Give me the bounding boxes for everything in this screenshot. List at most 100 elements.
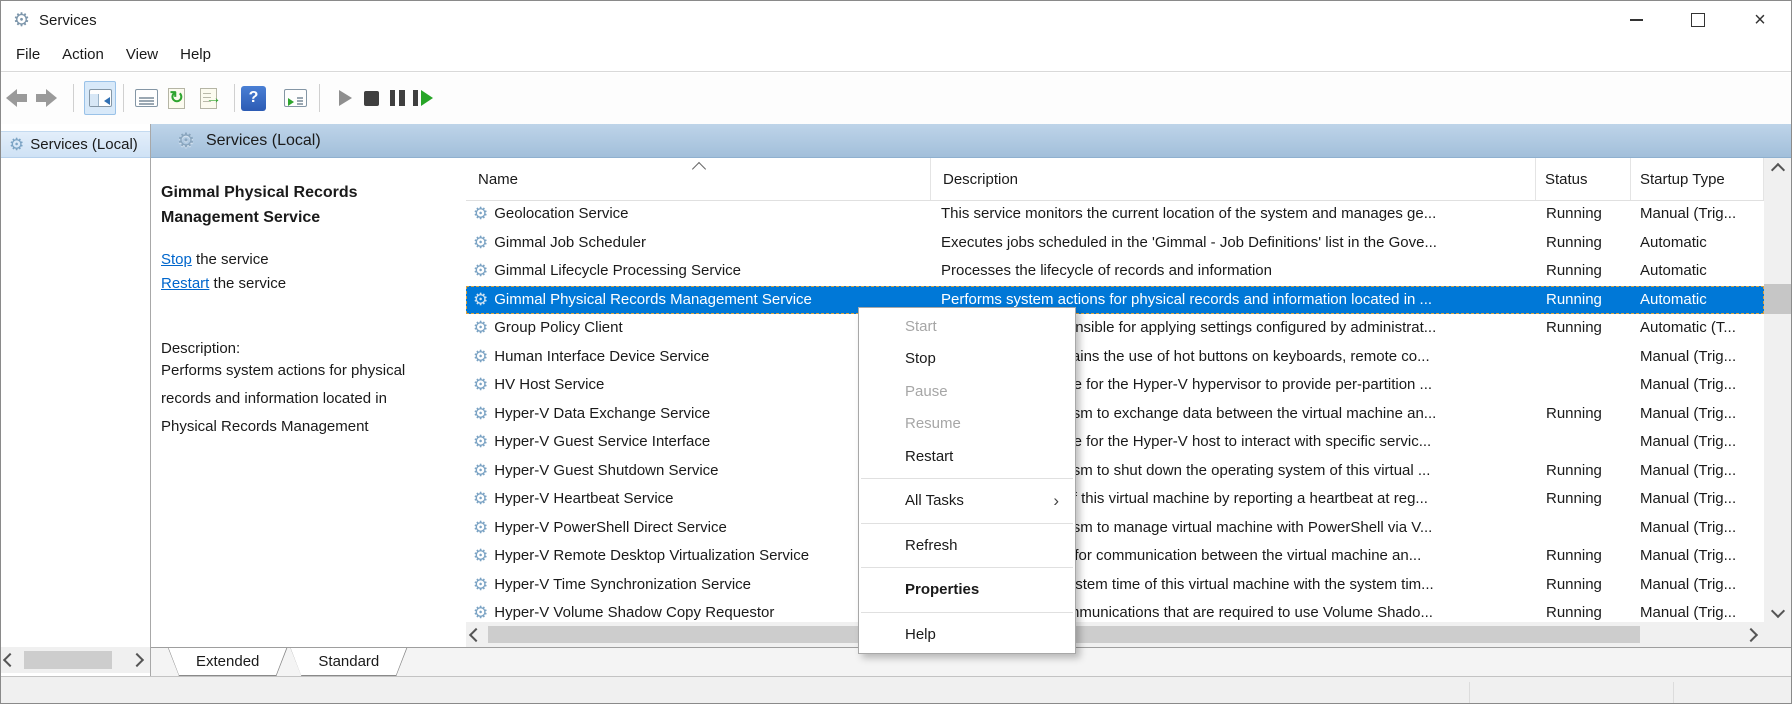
restart-service-icon [413,90,434,106]
context-menu-item-properties[interactable]: Properties [859,574,1075,607]
scroll-right-button[interactable] [128,655,146,665]
service-name-label: HV Host Service [494,371,604,400]
service-row[interactable]: ⚙Geolocation ServiceThis service monitor… [466,200,1764,229]
context-menu-item-label: All Tasks [905,492,964,509]
tab-standard[interactable]: Standard [290,648,407,676]
toolbar-separator [73,84,74,112]
properties-icon [135,89,158,107]
service-row[interactable]: ⚙Hyper-V Volume Shadow Copy RequestorCoo… [466,599,1764,622]
service-name-label: Gimmal Job Scheduler [494,229,646,258]
scrollbar-thumb[interactable] [1764,284,1791,314]
service-row[interactable]: ⚙Gimmal Job SchedulerExecutes jobs sched… [466,229,1764,258]
menu-view[interactable]: View [115,42,169,68]
restart-service-button[interactable] [408,81,438,115]
results-pane-title: Services (Local) [206,132,321,150]
scroll-up-button[interactable] [1764,158,1791,181]
service-name-cell: ⚙Hyper-V Remote Desktop Virtualization S… [473,542,923,571]
service-row[interactable]: ⚙Human Interface Device ServiceActivates… [466,343,1764,372]
list-horizontal-scrollbar[interactable] [466,622,1764,647]
service-startup-type: Manual (Trig... [1640,514,1762,543]
context-menu-item-restart[interactable]: Restart [859,440,1075,473]
close-button[interactable]: × [1729,1,1791,39]
menu-file[interactable]: File [5,42,51,68]
minimize-button[interactable] [1605,1,1667,39]
context-menu-item-label: Resume [905,415,961,432]
show-action-pane-button[interactable] [281,81,309,115]
export-list-button[interactable]: → [194,81,222,115]
service-row[interactable]: ⚙Hyper-V PowerShell Direct ServiceProvid… [466,514,1764,543]
tree-horizontal-scrollbar[interactable] [1,647,150,673]
service-row[interactable]: ⚙Hyper-V Data Exchange ServiceProvides a… [466,400,1764,429]
scroll-left-button[interactable] [1,655,19,665]
service-row[interactable]: ⚙HV Host ServiceProvides an interface fo… [466,371,1764,400]
tab-label: Extended [196,653,259,670]
context-menu-item-all-tasks[interactable]: All Tasks› [859,485,1075,518]
service-startup-type: Manual (Trig... [1640,571,1762,600]
service-name-label: Hyper-V Guest Shutdown Service [494,457,718,486]
service-startup-type: Manual (Trig... [1640,485,1762,514]
properties-toolbar-button[interactable] [132,81,160,115]
service-row[interactable]: ⚙Hyper-V Guest Shutdown ServiceProvides … [466,457,1764,486]
stop-service-button[interactable] [358,81,384,115]
scrollbar-thumb[interactable] [24,651,112,669]
show-console-tree-button[interactable] [84,81,116,115]
service-status: Running [1546,400,1631,429]
context-menu-item-stop[interactable]: Stop [859,343,1075,376]
service-row[interactable]: ⚙Hyper-V Guest Service InterfaceProvides… [466,428,1764,457]
service-name-cell: ⚙Hyper-V Data Exchange Service [473,400,923,429]
restart-service-link[interactable]: Restart [161,275,209,292]
service-startup-type: Manual (Trig... [1640,457,1762,486]
context-menu-item-label: Pause [905,383,948,400]
service-startup-type: Automatic (T... [1640,314,1762,343]
console-tree-panel: ⚙ Services (Local) [1,124,151,676]
service-row[interactable]: ⚙Gimmal Physical Records Management Serv… [466,286,1764,315]
menu-bar: FileActionViewHelp [1,39,1791,72]
column-header-status[interactable]: Status [1536,158,1631,200]
service-gear-icon: ⚙ [473,485,488,514]
column-header-description[interactable]: Description [931,158,1536,200]
service-name-cell: ⚙Hyper-V Guest Shutdown Service [473,457,923,486]
service-name-label: Human Interface Device Service [494,343,709,372]
context-menu-separator [861,523,1073,524]
service-status [1546,514,1631,543]
back-button[interactable] [3,81,29,115]
toolbar-separator [123,84,124,112]
scrollbar-corner [1764,622,1791,647]
service-row[interactable]: ⚙Hyper-V Heartbeat ServiceMonitors the s… [466,485,1764,514]
service-row[interactable]: ⚙Gimmal Lifecycle Processing ServiceProc… [466,257,1764,286]
toolbar: ↻ → ? [1,73,1791,125]
stop-service-link[interactable]: Stop [161,251,192,268]
service-name-cell: ⚙Gimmal Lifecycle Processing Service [473,257,923,286]
tab-extended[interactable]: Extended [168,648,287,676]
column-header-label: Description [931,171,1018,188]
service-row[interactable]: ⚙Hyper-V Remote Desktop Virtualization S… [466,542,1764,571]
menu-action[interactable]: Action [51,42,115,68]
service-name-cell: ⚙Gimmal Job Scheduler [473,229,923,258]
start-service-button[interactable] [332,81,358,115]
stop-service-icon [364,91,379,106]
help-toolbar-button[interactable]: ? [240,81,267,115]
context-menu-separator [861,478,1073,479]
list-vertical-scrollbar[interactable] [1764,158,1791,622]
export-list-icon: → [200,88,217,109]
pause-service-button[interactable] [384,81,410,115]
scroll-left-button[interactable] [466,630,486,640]
back-icon [6,89,27,107]
scroll-down-button[interactable] [1764,599,1791,622]
service-startup-type: Manual (Trig... [1640,599,1762,622]
minimize-icon [1630,19,1643,21]
service-row[interactable]: ⚙Group Policy ClientThe service is respo… [466,314,1764,343]
menu-help[interactable]: Help [169,42,222,68]
context-menu-separator [861,567,1073,568]
context-menu-item-refresh[interactable]: Refresh [859,529,1075,562]
forward-button[interactable] [33,81,59,115]
service-name-cell: ⚙Geolocation Service [473,200,923,229]
maximize-button[interactable] [1667,1,1729,39]
tree-item-services-local[interactable]: ⚙ Services (Local) [1,131,150,158]
scroll-right-button[interactable] [1741,630,1761,640]
refresh-toolbar-button[interactable]: ↻ [162,81,190,115]
column-header-startup-type[interactable]: Startup Type [1631,158,1764,200]
selected-service-title: Gimmal Physical Records Management Servi… [161,180,421,230]
service-row[interactable]: ⚙Hyper-V Time Synchronization ServiceSyn… [466,571,1764,600]
context-menu-item-help[interactable]: Help [859,618,1075,651]
